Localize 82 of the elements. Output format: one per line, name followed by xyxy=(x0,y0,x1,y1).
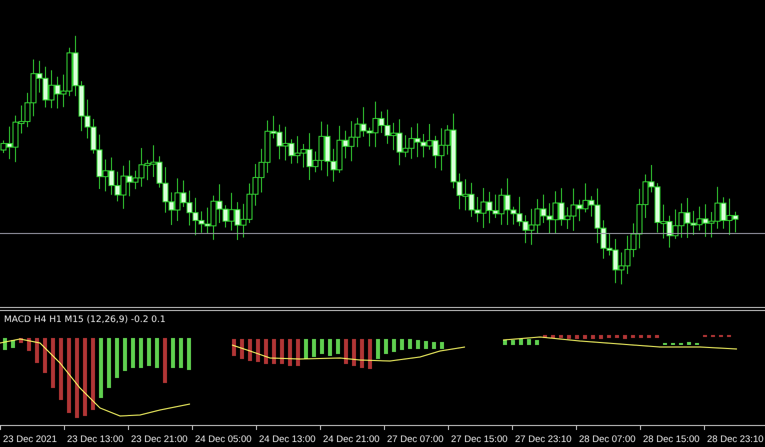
histogram-bar xyxy=(171,338,175,368)
histogram-bar xyxy=(551,335,555,338)
histogram-bar xyxy=(312,339,316,357)
histogram-bar xyxy=(424,341,428,349)
histogram-bar xyxy=(147,338,151,366)
histogram-bar xyxy=(408,339,412,349)
time-axis-label: 24 Dec 13:00 xyxy=(259,434,316,445)
histogram-bar xyxy=(432,342,436,349)
histogram-bar xyxy=(336,339,340,354)
indicator-label: MACD H4 H1 M15 (12,26,9) -0.2 0.1 xyxy=(4,315,166,325)
histogram-bar xyxy=(123,338,127,371)
histogram-bar xyxy=(35,338,39,363)
histogram-bar xyxy=(639,335,643,338)
histogram-bar xyxy=(99,338,103,398)
histogram-bar xyxy=(91,338,95,410)
histogram-bar xyxy=(567,335,571,339)
histogram-bar xyxy=(615,335,619,338)
histogram-bar xyxy=(304,339,308,359)
histogram-bar xyxy=(296,339,300,366)
histogram-bar xyxy=(631,335,635,338)
time-axis-label: 24 Dec 05:00 xyxy=(195,434,252,445)
histogram-bar xyxy=(519,339,523,345)
histogram-bar xyxy=(543,335,547,338)
histogram-bar xyxy=(360,339,364,368)
histogram-bar xyxy=(19,338,23,343)
histogram-bar xyxy=(607,335,611,338)
histogram-bar xyxy=(280,339,284,364)
histogram-bar xyxy=(599,335,603,339)
histogram-bar xyxy=(511,340,515,345)
time-axis-label: 24 Dec 21:00 xyxy=(323,434,380,445)
histogram-bar xyxy=(3,338,7,350)
histogram-bar xyxy=(320,339,324,354)
histogram-bar xyxy=(352,339,356,366)
histogram-bar xyxy=(368,339,372,369)
histogram-bar xyxy=(376,339,380,359)
histogram-bar xyxy=(647,335,651,338)
histogram-bar xyxy=(51,338,55,388)
time-axis-label: 27 Dec 23:10 xyxy=(515,434,572,445)
histogram-bar xyxy=(687,342,691,345)
histogram-bar xyxy=(155,338,159,368)
histogram-bar xyxy=(256,339,260,362)
histogram-bar xyxy=(527,339,531,345)
time-axis-label: 23 Dec 2021 xyxy=(3,434,57,445)
histogram-bar xyxy=(591,335,595,339)
histogram-bar xyxy=(288,339,292,366)
histogram-bar xyxy=(107,338,111,388)
time-axis-label: 28 Dec 15:00 xyxy=(643,434,700,445)
histogram-bar xyxy=(384,339,388,354)
histogram-bar xyxy=(583,335,587,339)
histogram-bar xyxy=(187,338,191,370)
time-axis-label: 23 Dec 13:00 xyxy=(67,434,124,445)
histogram-bar xyxy=(440,342,444,349)
histogram-bar xyxy=(392,339,396,352)
histogram-bar xyxy=(272,339,276,364)
histogram-bar xyxy=(179,338,183,368)
histogram-bar xyxy=(503,340,507,345)
histogram-bar xyxy=(115,338,119,378)
histogram-bar xyxy=(43,338,47,373)
histogram-bar xyxy=(27,338,31,351)
histogram-bar xyxy=(344,339,348,364)
histogram-bar xyxy=(535,340,539,345)
histogram-bar xyxy=(400,339,404,350)
time-axis-label: 28 Dec 23:10 xyxy=(707,434,764,445)
histogram-bar xyxy=(655,335,659,338)
histogram-bar xyxy=(264,339,268,364)
time-axis-label: 28 Dec 07:00 xyxy=(579,434,636,445)
histogram-bar xyxy=(232,339,236,356)
time-axis-label: 27 Dec 07:00 xyxy=(387,434,444,445)
histogram-bar xyxy=(163,338,167,383)
histogram-bar xyxy=(240,339,244,359)
time-axis-label: 23 Dec 21:00 xyxy=(131,434,188,445)
histogram-bar xyxy=(248,339,252,361)
histogram-bar xyxy=(11,340,15,348)
histogram-bar xyxy=(59,338,63,400)
histogram-bar xyxy=(575,335,579,339)
time-axis-label: 27 Dec 15:00 xyxy=(451,434,508,445)
histogram-bar xyxy=(416,340,420,349)
histogram-bar xyxy=(559,335,563,338)
histogram-bar xyxy=(623,335,627,339)
histogram-bar xyxy=(131,338,135,368)
histogram-bar xyxy=(139,338,143,368)
histogram-bar xyxy=(328,339,332,356)
